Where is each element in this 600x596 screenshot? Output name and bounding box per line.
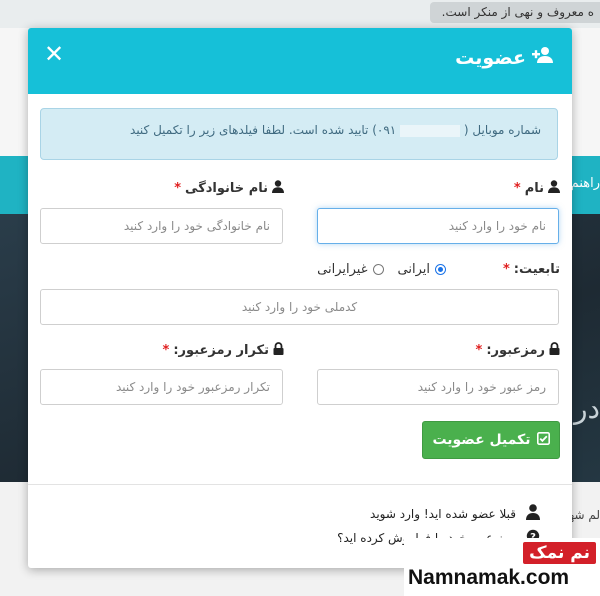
complete-registration-button[interactable]: تکمیل عضویت xyxy=(422,421,560,459)
password-repeat-label: تکرار رمزعبور: * xyxy=(163,342,284,359)
user-icon xyxy=(548,180,560,197)
registration-modal: عضویت ✕ شماره موبایل ( ۰۹۱) تایید شده اس… xyxy=(28,28,572,568)
background-notice: ه معروف و نهی از منکر است. xyxy=(430,2,600,23)
required-mark: * xyxy=(174,181,182,196)
password-repeat-label-text: تکرار رمزعبور: xyxy=(173,343,269,358)
alert-prefix: شماره موبایل ( xyxy=(463,123,541,137)
modal-title-text: عضویت xyxy=(455,46,526,69)
last-name-label: نام خانوادگی * xyxy=(174,180,284,197)
background-nav-text: راهنم xyxy=(570,176,600,191)
last-name-input[interactable] xyxy=(40,208,283,244)
first-name-label-text: نام xyxy=(524,181,544,196)
user-icon xyxy=(526,504,540,523)
login-link-text[interactable]: قبلا عضو شده اید! وارد شوید xyxy=(370,507,516,521)
radio-non-iranian[interactable]: غیرایرانی xyxy=(317,262,384,277)
alert-phone-mask xyxy=(400,124,461,137)
first-name-label: نام * xyxy=(514,180,560,197)
alert-suffix: ) تایید شده است. لطفا فیلدهای زیر را تکم… xyxy=(130,123,377,137)
required-mark: * xyxy=(162,343,170,358)
site-watermark: نم نمک Namnamak.com xyxy=(404,538,600,596)
password-input[interactable] xyxy=(317,369,559,405)
last-name-label-text: نام خانوادگی xyxy=(185,181,268,196)
nationality-label-text: تابعیت: xyxy=(513,262,560,277)
nationality-label: تابعیت: * xyxy=(503,262,560,277)
first-name-input[interactable] xyxy=(317,208,559,244)
watermark-site: Namnamak.com xyxy=(408,566,570,589)
required-mark: * xyxy=(513,181,521,196)
radio-non-iranian-label: غیرایرانی xyxy=(317,262,368,277)
complete-registration-label: تکمیل عضویت xyxy=(432,432,531,448)
user-icon xyxy=(272,180,284,197)
user-plus-icon xyxy=(532,46,554,69)
lock-icon xyxy=(549,342,560,359)
modal-title: عضویت xyxy=(455,46,554,69)
watermark-badge: نم نمک xyxy=(523,542,596,564)
required-mark: * xyxy=(475,343,483,358)
radio-non-iranian-dot[interactable] xyxy=(372,264,384,275)
check-square-icon xyxy=(536,431,550,449)
password-label-text: رمزعبور: xyxy=(486,343,545,358)
password-label: رمزعبور: * xyxy=(476,342,560,359)
radio-iranian[interactable]: ایرانی xyxy=(398,262,446,277)
verification-alert: شماره موبایل ( ۰۹۱) تایید شده است. لطفا … xyxy=(40,108,558,160)
required-mark: * xyxy=(502,262,510,277)
nationality-radio-group: ایرانی غیرایرانی xyxy=(317,262,446,277)
modal-divider xyxy=(28,484,572,485)
radio-iranian-label: ایرانی xyxy=(397,262,430,277)
radio-iranian-dot[interactable] xyxy=(435,264,446,275)
close-icon[interactable]: ✕ xyxy=(42,40,66,68)
national-code-input[interactable] xyxy=(40,289,559,325)
lock-icon xyxy=(273,342,284,359)
login-link[interactable]: قبلا عضو شده اید! وارد شوید xyxy=(370,504,540,523)
password-repeat-input[interactable] xyxy=(40,369,283,405)
modal-header: عضویت ✕ xyxy=(28,28,572,94)
alert-phone: ۰۹۱ xyxy=(376,123,397,137)
